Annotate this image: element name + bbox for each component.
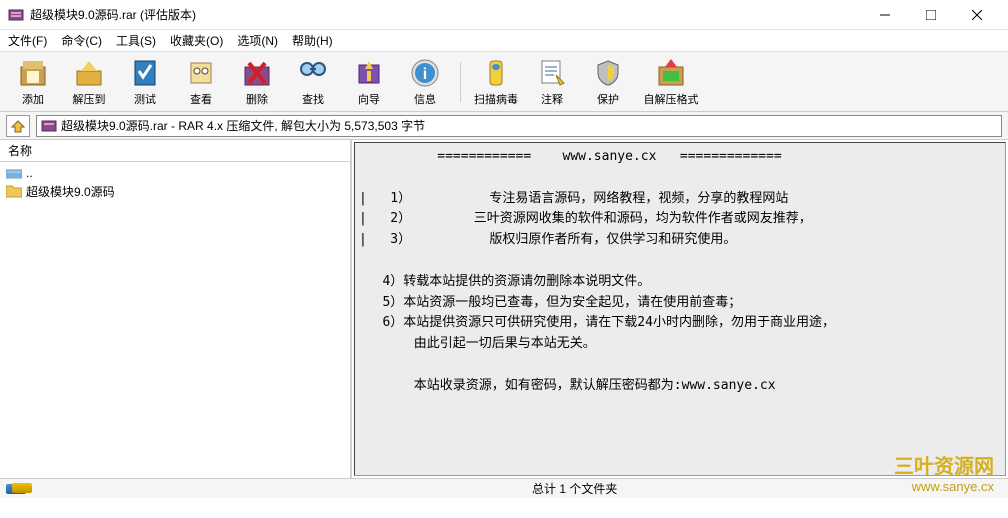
tb-view[interactable]: 查看 [176,54,226,110]
disk-icon [6,484,26,494]
extract-icon [73,57,105,89]
toolbar-separator [460,62,461,102]
info-icon: i [409,57,441,89]
protect-icon [592,57,624,89]
file-list-pane: 名称 .. 超级模块9.0源码 [0,140,352,478]
scan-icon [480,57,512,89]
test-icon [129,57,161,89]
minimize-button[interactable] [862,0,908,30]
address-field[interactable]: 超级模块9.0源码.rar - RAR 4.x 压缩文件, 解包大小为 5,57… [36,115,1002,137]
tb-add[interactable]: 添加 [8,54,58,110]
tb-protect[interactable]: 保护 [583,54,633,110]
file-tree[interactable]: .. 超级模块9.0源码 [0,162,350,478]
menu-bar: 文件(F) 命令(C) 工具(S) 收藏夹(O) 选项(N) 帮助(H) [0,30,1008,52]
window-title: 超级模块9.0源码.rar (评估版本) [30,6,862,23]
tb-find[interactable]: 查找 [288,54,338,110]
wizard-icon [353,57,385,89]
menu-fav[interactable]: 收藏夹(O) [170,32,223,49]
status-summary: 总计 1 个文件夹 [352,480,1008,497]
app-icon [8,7,24,23]
tb-info[interactable]: i信息 [400,54,450,110]
find-icon [297,57,329,89]
add-icon [17,57,49,89]
view-icon [185,57,217,89]
toolbar: 添加 解压到 测试 查看 删除 查找 向导 i信息 扫描病毒 注释 保护 自解压… [0,52,1008,112]
tb-wizard[interactable]: 向导 [344,54,394,110]
svg-text:i: i [423,66,427,83]
up-button[interactable] [6,115,30,137]
archive-icon [41,118,57,134]
menu-opt[interactable]: 选项(N) [237,32,278,49]
tree-parent[interactable]: .. [4,164,346,182]
menu-cmd[interactable]: 命令(C) [61,32,102,49]
maximize-button[interactable] [908,0,954,30]
address-text: 超级模块9.0源码.rar - RAR 4.x 压缩文件, 解包大小为 5,57… [61,117,425,134]
comment-icon [536,57,568,89]
tb-extract[interactable]: 解压到 [64,54,114,110]
close-button[interactable] [954,0,1000,30]
folder-icon [6,184,22,198]
tb-comment[interactable]: 注释 [527,54,577,110]
tb-scan[interactable]: 扫描病毒 [471,54,521,110]
column-header-name[interactable]: 名称 [0,140,350,162]
tree-folder[interactable]: 超级模块9.0源码 [4,182,346,200]
comment-preview[interactable]: ============ www.sanye.cx ============= … [354,142,1006,476]
status-bar: 总计 1 个文件夹 [0,478,1008,498]
tb-sfx[interactable]: 自解压格式 [639,54,703,110]
tb-delete[interactable]: 删除 [232,54,282,110]
tb-test[interactable]: 测试 [120,54,170,110]
drive-icon [6,166,22,180]
menu-file[interactable]: 文件(F) [8,32,47,49]
up-arrow-icon [10,119,26,133]
sfx-icon [655,57,687,89]
menu-tools[interactable]: 工具(S) [116,32,156,49]
menu-help[interactable]: 帮助(H) [292,32,333,49]
delete-icon [241,57,273,89]
